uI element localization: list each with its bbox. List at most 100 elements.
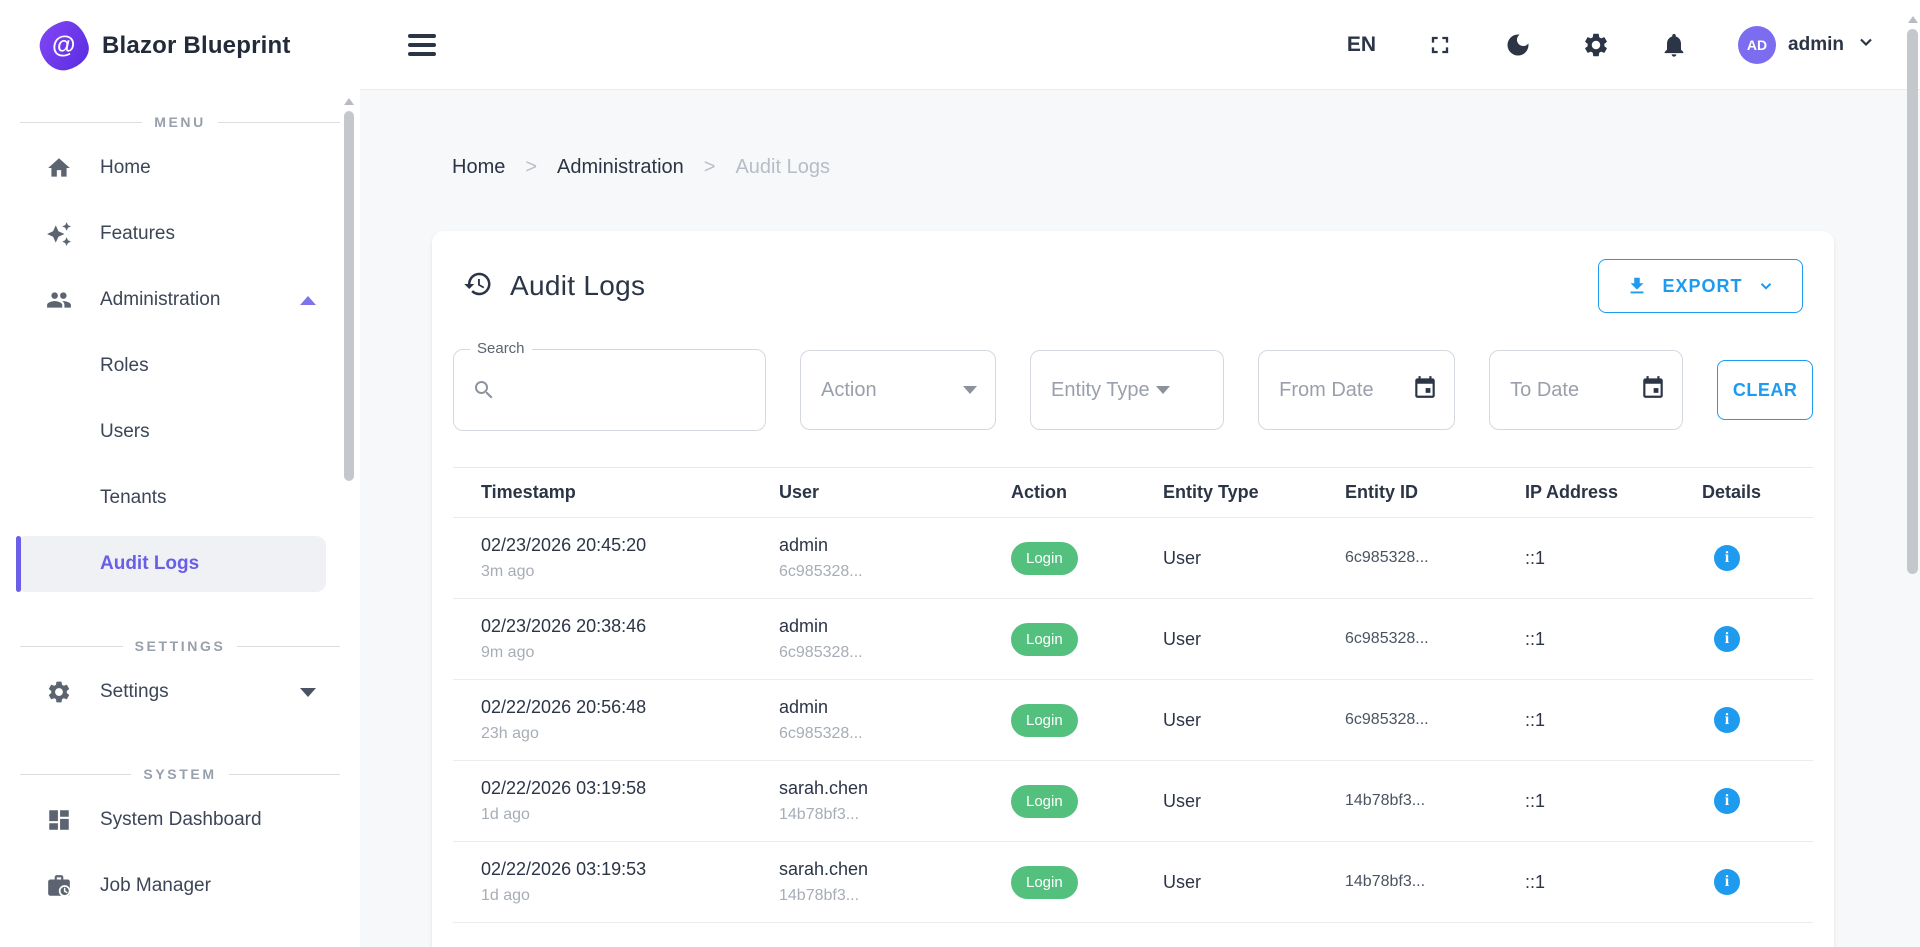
- history-clock-icon: [463, 269, 493, 304]
- download-icon: [1626, 275, 1648, 297]
- dropdown-arrow-icon: [1156, 386, 1170, 394]
- sidebar-item-label: Job Manager: [100, 875, 211, 897]
- sidebar-item-label: Settings: [100, 681, 169, 703]
- sidebar-item-label: System Dashboard: [100, 809, 262, 831]
- user-id: 6c985328...: [779, 644, 1003, 662]
- avatar: AD: [1738, 26, 1776, 64]
- notifications-bell-icon[interactable]: [1660, 31, 1688, 59]
- entity-id: 14b78bf3...: [1345, 873, 1425, 890]
- ip-address: ::1: [1525, 710, 1545, 730]
- fullscreen-icon[interactable]: [1426, 31, 1454, 59]
- calendar-icon: [1412, 374, 1438, 406]
- page-scrollbar[interactable]: [1907, 16, 1918, 574]
- details-info-icon[interactable]: i: [1714, 626, 1740, 652]
- user-id: 14b78bf3...: [779, 887, 1003, 905]
- ip-address: ::1: [1525, 629, 1545, 649]
- relative-time: 23h ago: [481, 725, 771, 743]
- scrollbar-up-arrow-icon[interactable]: [344, 98, 354, 105]
- settings-gear-icon[interactable]: [1582, 31, 1610, 59]
- gear-icon: [46, 679, 72, 705]
- sidebar-item-roles[interactable]: Roles: [0, 338, 360, 394]
- sidebar-item-label: Audit Logs: [100, 553, 199, 575]
- brand[interactable]: @ Blazor Blueprint: [0, 0, 360, 70]
- chevron-up-icon: [300, 296, 316, 305]
- breadcrumb-separator: >: [525, 156, 537, 179]
- sidebar-item-tenants[interactable]: Tenants: [0, 470, 360, 526]
- dark-mode-moon-icon[interactable]: [1504, 31, 1532, 59]
- relative-time: 9m ago: [481, 644, 771, 662]
- breadcrumb: Home > Administration > Audit Logs: [452, 156, 1920, 179]
- entity-type-select[interactable]: Entity Type: [1030, 350, 1224, 430]
- search-input[interactable]: [496, 350, 769, 430]
- breadcrumb-administration[interactable]: Administration: [557, 156, 684, 179]
- details-info-icon[interactable]: i: [1714, 707, 1740, 733]
- scrollbar-up-arrow-icon[interactable]: [1908, 16, 1918, 23]
- breadcrumb-separator: >: [704, 156, 716, 179]
- sidebar-section-system: SYSTEM: [20, 766, 340, 782]
- relative-time: 1d ago: [481, 887, 771, 905]
- user-menu[interactable]: AD admin: [1738, 26, 1876, 64]
- sidebar-item-administration[interactable]: Administration: [0, 272, 360, 328]
- page-scrollbar-thumb[interactable]: [1907, 29, 1918, 574]
- ip-address: ::1: [1525, 548, 1545, 568]
- clear-button[interactable]: CLEAR: [1717, 360, 1813, 420]
- details-info-icon[interactable]: i: [1714, 545, 1740, 571]
- breadcrumb-home[interactable]: Home: [452, 156, 505, 179]
- sidebar-scrollbar[interactable]: [344, 98, 354, 481]
- user-id: 6c985328...: [779, 725, 1003, 743]
- table-header-row: Timestamp User Action Entity Type Entity…: [453, 468, 1813, 518]
- user-id: 6c985328...: [779, 563, 1003, 581]
- dropdown-arrow-icon: [963, 386, 977, 394]
- timestamp: 02/22/2026 03:19:58: [481, 778, 771, 799]
- table-row: 02/22/2026 03:19:581d ago sarah.chen14b7…: [453, 761, 1813, 842]
- chevron-down-icon: [1757, 277, 1775, 295]
- action-select[interactable]: Action: [800, 350, 996, 430]
- sidebar: @ Blazor Blueprint MENU Home Features Ad…: [0, 0, 360, 947]
- sidebar-item-label: Tenants: [100, 487, 167, 509]
- sidebar-item-users[interactable]: Users: [0, 404, 360, 460]
- col-user: User: [779, 468, 1011, 518]
- user: admin: [779, 616, 1003, 637]
- ip-address: ::1: [1525, 791, 1545, 811]
- search-field: Search: [453, 349, 766, 431]
- sidebar-item-audit-logs[interactable]: Audit Logs: [16, 536, 326, 592]
- blazor-logo-icon: @: [35, 17, 93, 75]
- export-button[interactable]: EXPORT: [1598, 259, 1803, 313]
- user: sarah.chen: [779, 859, 1003, 880]
- action-select-placeholder: Action: [821, 379, 877, 402]
- action-badge: Login: [1011, 704, 1078, 737]
- user-id: 14b78bf3...: [779, 806, 1003, 824]
- main-content: Home > Administration > Audit Logs Audit…: [360, 90, 1920, 947]
- timestamp: 02/23/2026 20:38:46: [481, 616, 771, 637]
- briefcase-clock-icon: [46, 873, 72, 899]
- sidebar-section-settings: SETTINGS: [20, 638, 340, 654]
- sidebar-item-label: Roles: [100, 355, 149, 377]
- timestamp: 02/22/2026 03:19:53: [481, 859, 771, 880]
- from-date-placeholder: From Date: [1279, 379, 1373, 402]
- from-date-picker[interactable]: From Date: [1258, 350, 1455, 430]
- filters-bar: Search Action Entity Type From Date To D…: [453, 349, 1813, 431]
- to-date-picker[interactable]: To Date: [1489, 350, 1683, 430]
- sidebar-item-job-manager[interactable]: Job Manager: [0, 858, 360, 914]
- details-info-icon[interactable]: i: [1714, 869, 1740, 895]
- sidebar-item-features[interactable]: Features: [0, 206, 360, 262]
- details-info-icon[interactable]: i: [1714, 788, 1740, 814]
- sidebar-item-settings[interactable]: Settings: [0, 664, 360, 720]
- hamburger-menu-icon[interactable]: [408, 29, 436, 61]
- sidebar-item-system-dashboard[interactable]: System Dashboard: [0, 792, 360, 848]
- col-entity-type: Entity Type: [1163, 468, 1345, 518]
- user-name: admin: [1788, 34, 1844, 56]
- entity-id: 6c985328...: [1345, 549, 1429, 566]
- entity-type-placeholder: Entity Type: [1051, 379, 1150, 402]
- chevron-down-icon: [300, 688, 316, 697]
- col-action: Action: [1011, 468, 1163, 518]
- entity-type: User: [1163, 629, 1201, 649]
- language-button[interactable]: EN: [1347, 33, 1376, 57]
- sidebar-scrollbar-thumb[interactable]: [344, 111, 354, 481]
- entity-type: User: [1163, 791, 1201, 811]
- to-date-placeholder: To Date: [1510, 379, 1579, 402]
- sidebar-item-home[interactable]: Home: [0, 140, 360, 196]
- user: admin: [779, 535, 1003, 556]
- people-icon: [46, 287, 72, 313]
- audit-logs-table: Timestamp User Action Entity Type Entity…: [453, 467, 1813, 923]
